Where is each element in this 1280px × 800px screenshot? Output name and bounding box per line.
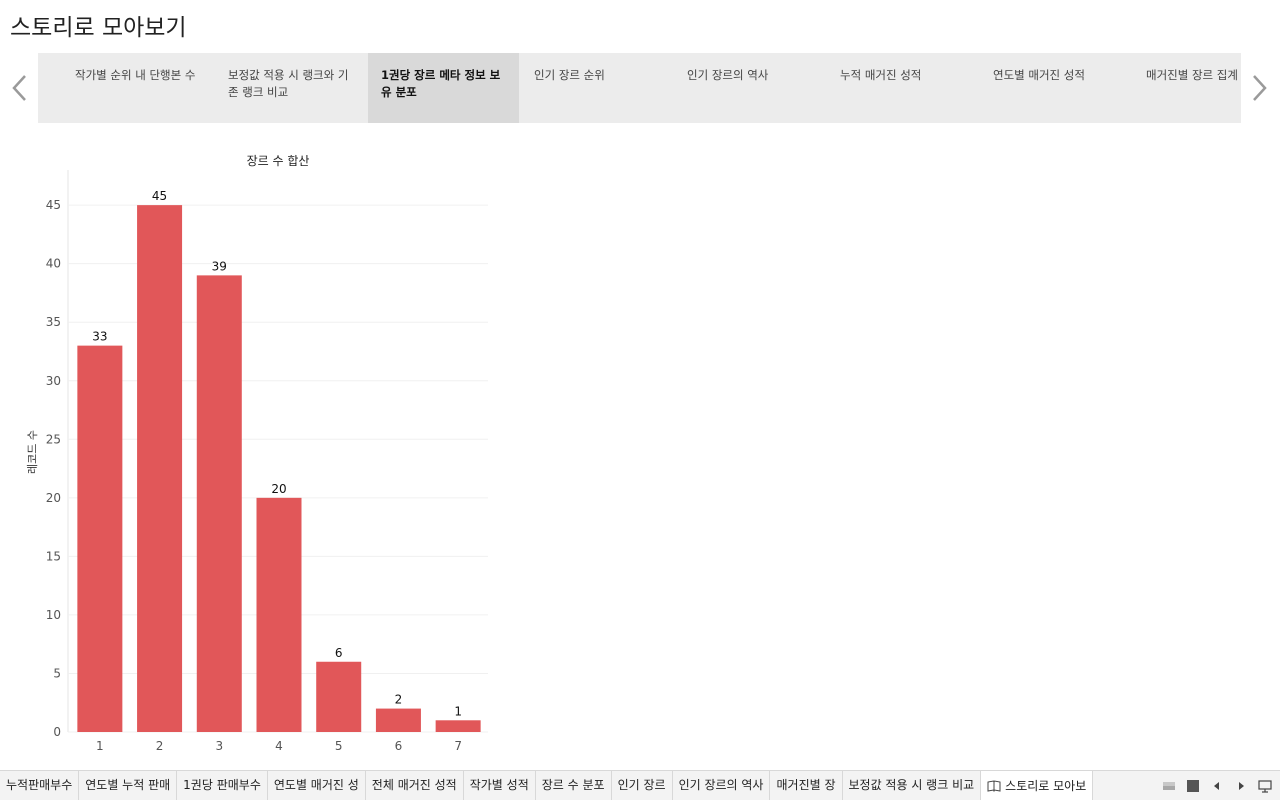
single-view-button[interactable]: [1186, 779, 1200, 793]
sheet-tab-story[interactable]: 스토리로 모아보: [981, 771, 1094, 800]
prev-story-button[interactable]: [9, 70, 31, 106]
x-tick-label: 1: [96, 739, 104, 753]
square-icon: [1187, 780, 1199, 792]
story-navigator: 작가별 순위 내 단행본 수 보정값 적용 시 랭크와 기존 랭크 비교 1권당…: [38, 53, 1241, 123]
y-tick-label: 5: [53, 666, 61, 680]
sheet-tab-author[interactable]: 작가별 성적: [464, 771, 536, 800]
sheet-tab-popular-genre[interactable]: 인기 장르: [612, 771, 673, 800]
data-label: 6: [335, 646, 343, 660]
sheet-tab-per-volume-sales[interactable]: 1권당 판매부수: [177, 771, 268, 800]
chart-svg: 장르 수 합산 레코드 수 051015202530354045 3345392…: [26, 154, 488, 753]
y-tick-label: 15: [46, 549, 61, 563]
sheet-tab-yearly-magazine[interactable]: 연도별 매거진 성: [268, 771, 366, 800]
y-axis-ticks: 0 5 10 15 20 25 30 35 40 45: [46, 198, 61, 739]
story-point-genre-meta[interactable]: 1권당 장르 메타 정보 보유 분포: [368, 53, 519, 123]
caret-right-icon: [1239, 782, 1244, 790]
sheet-tab-story-label: 스토리로 모아보: [1005, 778, 1087, 793]
chevron-right-icon: [1253, 75, 1267, 101]
chart-title: 장르 수 합산: [247, 154, 310, 168]
present-button[interactable]: [1258, 779, 1272, 793]
bar-1[interactable]: [77, 345, 123, 732]
sheet-tab-genre-history[interactable]: 인기 장르의 역사: [673, 771, 771, 800]
sheet-tab-bar: 누적판매부수 연도별 누적 판매 1권당 판매부수 연도별 매거진 성 전체 매…: [0, 770, 1280, 800]
x-tick-label: 4: [275, 739, 283, 753]
story-point-genre-history[interactable]: 인기 장르의 역사: [674, 53, 825, 123]
view-controls: [1162, 779, 1272, 793]
story-point-rank-compare[interactable]: 보정값 적용 시 랭크와 기존 랭크 비교: [215, 53, 366, 123]
y-tick-label: 0: [53, 725, 61, 739]
grid-view-button[interactable]: [1162, 779, 1176, 793]
y-axis-label: 레코드 수: [26, 430, 39, 474]
y-tick-label: 10: [46, 608, 61, 622]
prev-sheet-button[interactable]: [1210, 779, 1224, 793]
story-point-magazine-genre[interactable]: 매거진별 장르 집계: [1133, 53, 1241, 123]
grid-icon: [1163, 782, 1175, 790]
x-axis-ticks: 1 2 3 4 5 6 7: [96, 739, 462, 753]
x-tick-label: 2: [156, 739, 164, 753]
next-sheet-button[interactable]: [1234, 779, 1248, 793]
data-label: 39: [212, 259, 227, 273]
y-tick-label: 40: [46, 257, 61, 271]
sheet-tab-magazine-genre[interactable]: 매거진별 장: [770, 771, 843, 800]
data-label: 45: [152, 189, 167, 203]
sheet-tab-rank-compare[interactable]: 보정값 적용 시 랭크 비교: [843, 771, 982, 800]
data-label: 33: [92, 330, 107, 344]
bar-7[interactable]: [435, 720, 481, 732]
data-label: 2: [395, 693, 403, 707]
bar-chart: 장르 수 합산 레코드 수 0 5 10 15 20 25 30 35 40 45 33 45 39 2…: [0, 140, 520, 760]
y-tick-label: 45: [46, 198, 61, 212]
story-point-popular-genre[interactable]: 인기 장르 순위: [521, 53, 672, 123]
y-tick-label: 30: [46, 374, 61, 388]
bar-2[interactable]: [137, 205, 183, 732]
x-tick-label: 3: [215, 739, 223, 753]
bars: 33 45 39 20 6 2 1: [77, 189, 481, 732]
sheet-tab-cumulative-sales[interactable]: 누적판매부수: [0, 771, 80, 800]
story-point-magazine-total[interactable]: 누적 매거진 성적: [827, 53, 978, 123]
sheet-tab-genre-count[interactable]: 장르 수 분포: [536, 771, 612, 800]
next-story-button[interactable]: [1248, 70, 1270, 106]
caret-left-icon: [1214, 782, 1219, 790]
story-point-magazine-yearly[interactable]: 연도별 매거진 성적: [980, 53, 1131, 123]
x-tick-label: 6: [395, 739, 403, 753]
x-tick-label: 5: [335, 739, 343, 753]
y-tick-label: 25: [46, 432, 61, 446]
story-point-author-rank[interactable]: 작가별 순위 내 단행본 수: [62, 53, 213, 123]
data-label: 1: [454, 704, 462, 718]
bar-5[interactable]: [316, 661, 362, 732]
presentation-icon: [1258, 780, 1272, 793]
bar-3[interactable]: [196, 275, 242, 732]
book-icon: [987, 779, 1001, 792]
sheet-tab-all-magazine[interactable]: 전체 매거진 성적: [366, 771, 464, 800]
sheet-tab-yearly-cumulative[interactable]: 연도별 누적 판매: [79, 771, 178, 800]
bar-4[interactable]: [256, 497, 302, 732]
bar-6[interactable]: [375, 708, 421, 732]
y-tick-label: 35: [46, 315, 61, 329]
data-label: 20: [271, 482, 286, 496]
y-tick-label: 20: [46, 491, 61, 505]
x-tick-label: 7: [454, 739, 462, 753]
story-title: 스토리로 모아보기: [10, 15, 187, 41]
story-point-blank[interactable]: [38, 53, 60, 123]
chevron-left-icon: [12, 75, 26, 101]
